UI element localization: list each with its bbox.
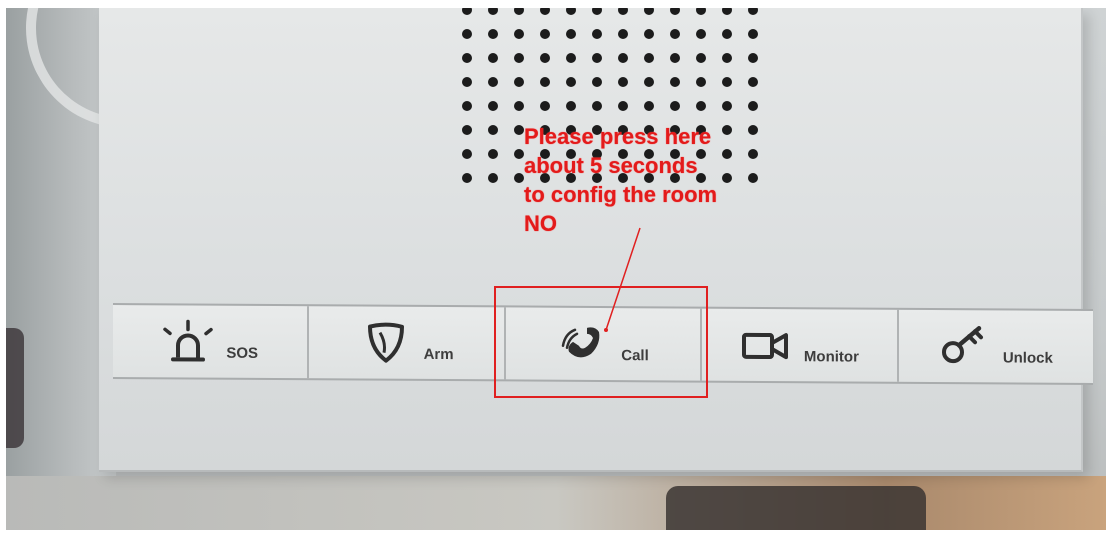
speaker-hole xyxy=(462,77,472,87)
annotation-line: to config the room xyxy=(524,182,718,207)
speaker-hole xyxy=(644,53,654,63)
speaker-hole xyxy=(462,101,472,111)
speaker-hole xyxy=(540,8,550,15)
speaker-hole xyxy=(592,101,602,111)
speaker-hole xyxy=(462,8,472,15)
speaker-hole xyxy=(696,53,706,63)
speaker-hole xyxy=(488,149,498,159)
speaker-hole xyxy=(592,8,602,15)
speaker-hole xyxy=(566,8,576,15)
speaker-hole xyxy=(618,77,628,87)
desk-surface xyxy=(6,476,1106,530)
sos-label: SOS xyxy=(226,344,259,362)
speaker-hole xyxy=(748,101,758,111)
speaker-hole xyxy=(488,101,498,111)
monitor-label: Monitor xyxy=(803,347,859,366)
speaker-hole xyxy=(696,29,706,39)
speaker-hole xyxy=(462,29,472,39)
speaker-hole xyxy=(748,29,758,39)
speaker-hole xyxy=(488,173,498,183)
annotation-line: Please press here xyxy=(524,124,712,149)
speaker-hole xyxy=(696,8,706,15)
alarm-light-icon xyxy=(162,319,214,363)
speaker-hole xyxy=(540,53,550,63)
monitor-button[interactable]: Monitor xyxy=(702,308,899,382)
speaker-hole xyxy=(644,101,654,111)
annotation-line: NO xyxy=(524,211,557,236)
speaker-hole xyxy=(670,29,680,39)
speaker-hole xyxy=(488,125,498,135)
speaker-hole xyxy=(462,173,472,183)
speaker-hole xyxy=(488,53,498,63)
annotation-text: Please press here about 5 seconds to con… xyxy=(524,122,814,238)
speaker-hole xyxy=(644,8,654,15)
speaker-hole xyxy=(644,29,654,39)
speaker-hole xyxy=(514,77,524,87)
speaker-hole xyxy=(670,101,680,111)
sos-button[interactable]: SOS xyxy=(113,305,310,379)
speaker-hole xyxy=(748,53,758,63)
speaker-hole xyxy=(644,77,654,87)
speaker-hole xyxy=(696,77,706,87)
speaker-hole xyxy=(566,29,576,39)
speaker-hole xyxy=(722,8,732,15)
speaker-hole xyxy=(748,8,758,15)
intercom-panel: SOS Arm Call Monitor Unlock xyxy=(99,8,1093,472)
speaker-hole xyxy=(670,8,680,15)
speaker-hole xyxy=(462,53,472,63)
speaker-hole xyxy=(462,149,472,159)
speaker-hole xyxy=(514,8,524,15)
speaker-hole xyxy=(670,77,680,87)
speaker-hole xyxy=(722,53,732,63)
speaker-hole xyxy=(592,53,602,63)
speaker-hole xyxy=(514,149,524,159)
speaker-hole xyxy=(488,8,498,15)
speaker-hole xyxy=(618,53,628,63)
speaker-hole xyxy=(514,53,524,63)
speaker-hole xyxy=(696,101,706,111)
arm-button[interactable]: Arm xyxy=(309,306,506,380)
speaker-hole xyxy=(566,101,576,111)
phone-ringing-icon xyxy=(557,322,609,366)
speaker-hole xyxy=(722,101,732,111)
shield-icon xyxy=(360,321,412,365)
video-camera-icon xyxy=(740,323,792,367)
photo: SOS Arm Call Monitor Unlock xyxy=(6,8,1106,530)
speaker-hole xyxy=(618,101,628,111)
speaker-hole xyxy=(514,101,524,111)
unlock-label: Unlock xyxy=(1002,348,1053,367)
key-icon xyxy=(939,324,991,368)
desk-object xyxy=(666,486,926,530)
speaker-hole xyxy=(722,77,732,87)
speaker-hole xyxy=(618,29,628,39)
speaker-hole xyxy=(488,29,498,39)
speaker-hole xyxy=(566,77,576,87)
speaker-hole xyxy=(722,29,732,39)
arm-label: Arm xyxy=(423,345,454,363)
speaker-hole xyxy=(540,77,550,87)
speaker-hole xyxy=(514,125,524,135)
speaker-hole xyxy=(748,77,758,87)
dark-object xyxy=(6,328,24,448)
annotation-line: about 5 seconds xyxy=(524,153,698,178)
speaker-hole xyxy=(462,125,472,135)
speaker-hole xyxy=(592,77,602,87)
call-label: Call xyxy=(621,346,649,364)
speaker-hole xyxy=(514,173,524,183)
speaker-hole xyxy=(488,77,498,87)
speaker-hole xyxy=(540,101,550,111)
button-strip: SOS Arm Call Monitor Unlock xyxy=(113,303,1093,385)
speaker-hole xyxy=(592,29,602,39)
speaker-hole xyxy=(618,8,628,15)
unlock-button[interactable]: Unlock xyxy=(899,310,1093,383)
speaker-hole xyxy=(540,29,550,39)
speaker-hole xyxy=(670,53,680,63)
speaker-hole xyxy=(514,29,524,39)
call-button[interactable]: Call xyxy=(505,307,703,381)
speaker-hole xyxy=(566,53,576,63)
